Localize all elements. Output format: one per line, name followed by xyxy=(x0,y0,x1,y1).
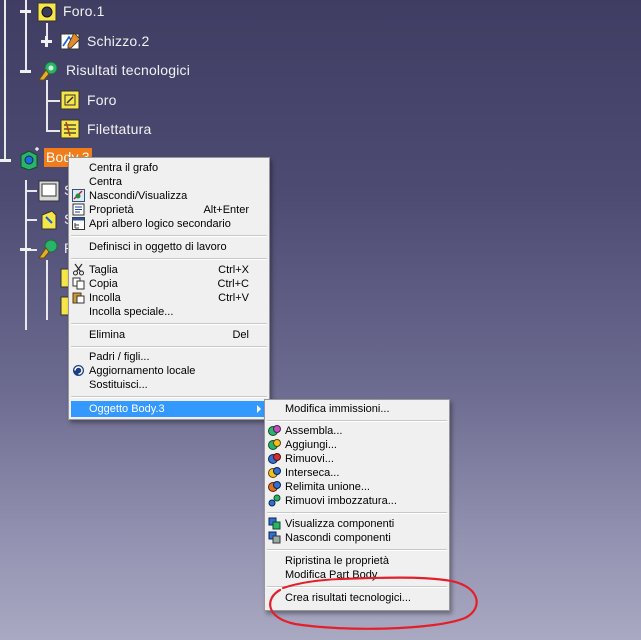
menu-item-interseca[interactable]: Interseca... xyxy=(267,466,447,480)
properties-icon xyxy=(72,203,85,216)
show-components-icon xyxy=(268,517,281,530)
tree-window-icon xyxy=(72,217,85,230)
hole-icon xyxy=(37,2,57,22)
collapse-toggle[interactable] xyxy=(20,66,31,77)
sketch-icon xyxy=(41,210,57,230)
menu-item-incolla-speciale[interactable]: Incolla speciale... xyxy=(71,305,267,319)
menu-item-centra-il-grafo[interactable]: Centra il grafo xyxy=(71,161,267,175)
tree-node-label[interactable]: Schizzo.2 xyxy=(87,33,150,49)
collapse-toggle[interactable] xyxy=(20,244,31,255)
add-icon xyxy=(268,439,281,450)
body-gear-icon xyxy=(20,147,39,171)
menu-separator xyxy=(71,323,267,325)
catia-spec-tree-viewport: Foro.1 Schizzo.2 Risultati tecnologici F… xyxy=(0,0,641,640)
menu-item-aggiornamento-locale[interactable]: Aggiornamento locale xyxy=(71,364,267,378)
gear-icon xyxy=(38,61,58,81)
menu-item-definisci[interactable]: Definisci in oggetto di lavoro xyxy=(71,240,267,254)
tree-line xyxy=(48,100,60,102)
tree-node-label[interactable]: Risultati tecnologici xyxy=(66,62,190,78)
menu-item-nascondi-visualizza[interactable]: Nascondi/Visualizza xyxy=(71,189,267,203)
menu-item-apri-albero[interactable]: Apri albero logico secondario xyxy=(71,217,267,231)
paste-icon xyxy=(72,292,85,304)
sketch-icon xyxy=(38,180,60,202)
hole-icon xyxy=(60,90,80,110)
menu-item-aggiungi[interactable]: Aggiungi... xyxy=(267,438,447,452)
expand-toggle[interactable] xyxy=(41,36,52,47)
menu-item-elimina[interactable]: Elimina Del xyxy=(71,328,267,342)
hide-components-icon xyxy=(268,531,281,544)
menu-item-centra[interactable]: Centra xyxy=(71,175,267,189)
menu-item-sostituisci[interactable]: Sostituisci... xyxy=(71,378,267,392)
menu-item-rimuovi[interactable]: Rimuovi... xyxy=(267,452,447,466)
menu-separator xyxy=(71,396,267,398)
tree-line xyxy=(27,190,37,192)
tree-line xyxy=(46,260,48,320)
tree-node-label[interactable]: Foro xyxy=(87,92,117,108)
tree-node-label[interactable]: Foro.1 xyxy=(63,3,105,19)
menu-separator xyxy=(71,235,267,237)
menu-item-visualizza-componenti[interactable]: Visualizza componenti xyxy=(267,517,447,531)
menu-separator xyxy=(71,346,267,348)
gear-icon xyxy=(38,239,58,259)
sketch-icon xyxy=(60,32,81,50)
menu-item-assembla[interactable]: Assembla... xyxy=(267,424,447,438)
context-menu: Centra il grafo Centra Nascondi/Visualiz… xyxy=(68,157,270,420)
copy-icon xyxy=(72,277,85,290)
menu-item-ripristina-proprieta[interactable]: Ripristina le proprietà xyxy=(267,554,447,568)
menu-item-copia[interactable]: Copia Ctrl+C xyxy=(71,277,267,291)
assemble-icon xyxy=(268,425,281,436)
update-icon xyxy=(73,365,84,376)
menu-item-relimita-unione[interactable]: Relimita unione... xyxy=(267,480,447,494)
remove-lump-icon xyxy=(268,494,281,507)
hide-show-icon xyxy=(72,189,85,202)
menu-item-modifica-immissioni[interactable]: Modifica immissioni... xyxy=(267,402,447,416)
menu-item-oggetto-body3[interactable]: Oggetto Body.3 xyxy=(71,401,267,417)
tree-line xyxy=(25,180,27,330)
menu-item-proprieta[interactable]: Proprietà Alt+Enter xyxy=(71,203,267,217)
tree-node-label[interactable]: Filettatura xyxy=(87,121,151,137)
remove-icon xyxy=(268,453,281,464)
tree-line xyxy=(25,11,27,73)
menu-separator xyxy=(267,549,447,551)
tree-line xyxy=(27,219,37,221)
intersect-icon xyxy=(268,467,281,478)
tree-line xyxy=(46,80,48,132)
menu-separator xyxy=(267,512,447,514)
annotation-circle xyxy=(269,576,478,630)
menu-separator xyxy=(267,420,447,422)
submenu-arrow-icon xyxy=(257,405,261,413)
menu-item-taglia[interactable]: Taglia Ctrl+X xyxy=(71,263,267,277)
menu-item-padri-figli[interactable]: Padri / figli... xyxy=(71,350,267,364)
menu-item-nascondi-componenti[interactable]: Nascondi componenti xyxy=(267,531,447,545)
scissors-icon xyxy=(73,263,84,276)
thread-icon xyxy=(60,119,80,139)
menu-item-incolla[interactable]: Incolla Ctrl+V xyxy=(71,291,267,305)
union-trim-icon xyxy=(268,481,281,492)
collapse-toggle[interactable] xyxy=(0,155,11,166)
collapse-toggle[interactable] xyxy=(20,6,31,17)
menu-item-rimuovi-imbozzatura[interactable]: Rimuovi imbozzatura... xyxy=(267,494,447,508)
tree-line xyxy=(48,130,60,132)
menu-separator xyxy=(71,258,267,260)
tree-line xyxy=(4,0,6,160)
